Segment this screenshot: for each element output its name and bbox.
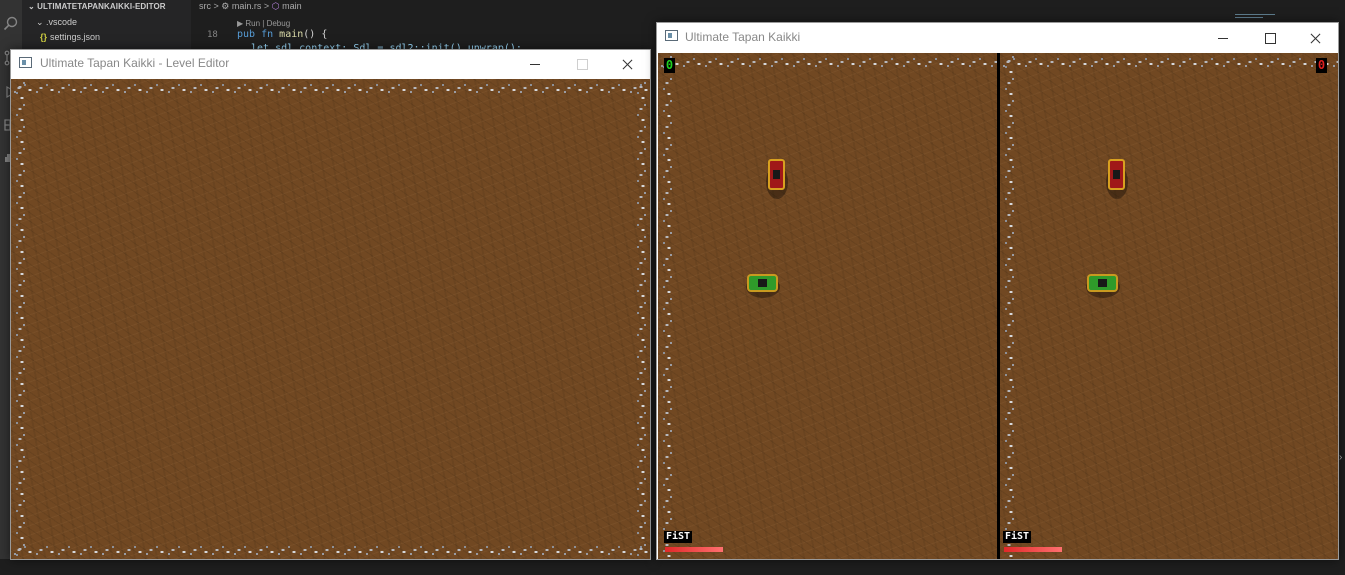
player2-score: 0: [1316, 58, 1327, 73]
rock-wall-top: [658, 53, 997, 71]
player2-weapon: FiST: [1003, 531, 1032, 543]
player-car: [747, 274, 778, 292]
explorer-root-label[interactable]: ⌄ ULTIMATETAPANKAIKKI-EDITOR: [28, 2, 166, 11]
minimize-button[interactable]: [1201, 24, 1247, 52]
player1-score: 0: [664, 58, 675, 73]
breadcrumb-separator: >: [263, 1, 270, 11]
chevron-down-icon: ⌄: [36, 17, 47, 27]
rock-wall-left: [11, 79, 29, 559]
rock-wall-right: [632, 79, 650, 559]
minimize-button[interactable]: [513, 50, 559, 78]
window-title: Ultimate Tapan Kaikki: [685, 30, 801, 44]
level-canvas[interactable]: [11, 79, 650, 559]
enemy-car: [1108, 159, 1125, 190]
desktop: ⌄ ULTIMATETAPANKAIKKI-EDITOR ⌄ .vscode {…: [0, 0, 1345, 575]
status-area: [0, 559, 1345, 575]
tree-folder-vscode[interactable]: ⌄ .vscode: [36, 17, 77, 28]
code-line: pub fn main() {: [237, 29, 328, 40]
player-car: [1087, 274, 1118, 292]
tree-file-settings[interactable]: {} settings.json: [40, 32, 100, 42]
codelens-run-debug[interactable]: ▶ Run | Debug: [237, 19, 290, 28]
close-button[interactable]: [1293, 24, 1339, 52]
rock-wall-left: [658, 53, 676, 559]
app-icon: [19, 57, 32, 68]
rock-wall-left: [1000, 53, 1018, 559]
breadcrumb-file[interactable]: main.rs: [232, 1, 262, 11]
rock-wall-top: [11, 79, 650, 97]
maximize-button[interactable]: [1247, 24, 1293, 52]
app-icon: [665, 30, 678, 41]
line-number: 18: [207, 30, 218, 40]
breadcrumb-separator: >: [213, 1, 219, 11]
chevron-right-icon[interactable]: ›: [1339, 452, 1342, 463]
window-title: Ultimate Tapan Kaikki - Level Editor: [40, 56, 230, 70]
breadcrumb-src[interactable]: src: [199, 1, 211, 11]
close-button[interactable]: [605, 50, 651, 78]
titlebar[interactable]: Ultimate Tapan Kaikki - Level Editor: [11, 50, 650, 79]
player2-viewport: [1000, 53, 1338, 559]
rock-wall-bottom: [11, 541, 650, 559]
chevron-down-icon: ⌄: [28, 2, 38, 11]
player1-health-bar: [665, 547, 723, 552]
maximize-button: [559, 50, 605, 78]
player1-viewport: [658, 53, 997, 559]
game-window: Ultimate Tapan Kaikki 0 0 FiST FiST: [656, 22, 1339, 560]
enemy-car: [768, 159, 785, 190]
symbol-icon: ⬡: [271, 1, 280, 11]
search-icon[interactable]: [3, 16, 19, 32]
player1-weapon: FiST: [664, 531, 693, 543]
minimap[interactable]: [1235, 14, 1275, 20]
player2-health-bar: [1004, 547, 1062, 552]
json-file-icon: {}: [40, 32, 48, 42]
breadcrumb: src > ⚙ main.rs > ⬡ main: [199, 1, 302, 12]
level-editor-window: Ultimate Tapan Kaikki - Level Editor: [10, 49, 651, 560]
rock-wall-top: [1000, 53, 1338, 71]
rust-file-icon: ⚙: [221, 1, 230, 11]
titlebar[interactable]: Ultimate Tapan Kaikki: [657, 23, 1338, 53]
breadcrumb-symbol[interactable]: main: [282, 1, 302, 11]
